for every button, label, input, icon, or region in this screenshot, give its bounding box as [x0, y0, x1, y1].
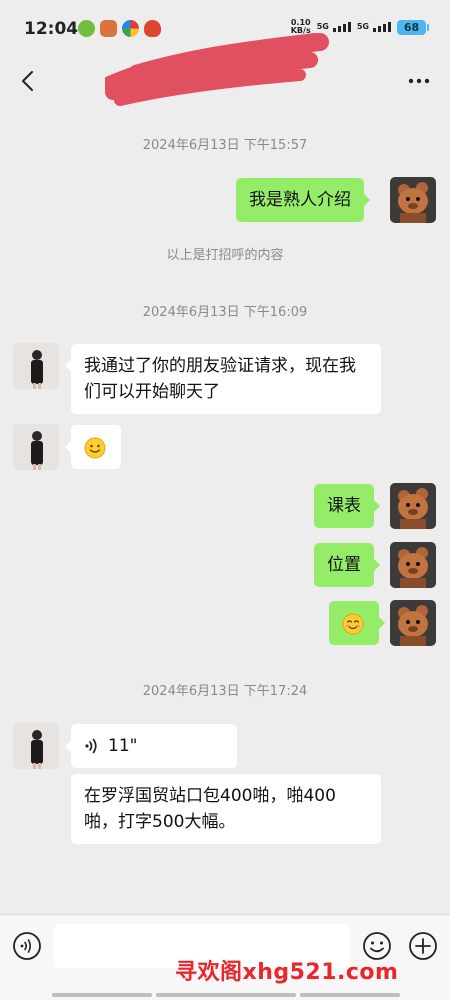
cartoon-bear-avatar-icon	[390, 542, 436, 588]
voice-duration: 11"	[108, 736, 138, 756]
incoming-message[interactable]: 在罗浮国贸站口包400啪，啪400啪，打字500大幅。	[71, 774, 381, 844]
nav-gesture-bar	[156, 993, 296, 997]
app-notification-icon	[78, 20, 95, 37]
system-message: 以上是打招呼的内容	[166, 248, 284, 263]
outgoing-message[interactable]: 课表	[314, 484, 380, 528]
voice-wave-icon	[85, 738, 97, 754]
contact-avatar[interactable]	[13, 723, 59, 769]
blush-emoji-icon	[342, 613, 364, 635]
nav-gesture-bar	[300, 993, 400, 997]
incoming-emoji-message[interactable]	[65, 425, 121, 469]
cartoon-bear-avatar-icon	[390, 177, 436, 223]
message-text: 我通过了你的朋友验证请求，现在我们可以开始聊天了	[84, 356, 356, 402]
incoming-voice-message[interactable]: 11"	[65, 724, 237, 768]
battery-icon: 68	[397, 19, 429, 35]
site-watermark: 寻欢阁xhg521.com	[175, 960, 399, 985]
back-arrow-icon[interactable]	[14, 66, 44, 96]
status-time: 12:04	[24, 19, 79, 39]
person-photo-avatar-icon	[13, 723, 59, 769]
message-text: 我是熟人介绍	[249, 190, 351, 210]
message-text: 位置	[327, 555, 361, 575]
sim2-label: 5G	[356, 22, 369, 31]
incoming-message[interactable]: 我通过了你的朋友验证请求，现在我们可以开始聊天了	[65, 344, 381, 414]
outgoing-message[interactable]: 位置	[314, 543, 380, 587]
my-avatar[interactable]	[390, 483, 436, 529]
smile-emoji-icon	[84, 437, 106, 459]
outgoing-message[interactable]: 我是熟人介绍	[236, 178, 370, 222]
voice-input-icon[interactable]	[12, 931, 42, 961]
message-timestamp: 2024年6月13日 下午17:24	[142, 684, 308, 699]
nav-gesture-bar	[52, 993, 152, 997]
contact-avatar[interactable]	[13, 424, 59, 470]
more-actions-plus-icon[interactable]	[408, 931, 438, 961]
signal-sim2-icon: 5G	[357, 22, 391, 32]
contact-avatar[interactable]	[13, 343, 59, 389]
my-avatar[interactable]	[390, 177, 436, 223]
person-photo-avatar-icon	[13, 343, 59, 389]
more-options-icon[interactable]	[406, 68, 432, 94]
cartoon-bear-avatar-icon	[390, 483, 436, 529]
name-redaction-scribble	[105, 33, 329, 106]
person-photo-avatar-icon	[13, 424, 59, 470]
my-avatar[interactable]	[390, 542, 436, 588]
message-text: 课表	[327, 496, 361, 516]
message-timestamp: 2024年6月13日 下午16:09	[142, 305, 308, 320]
outgoing-emoji-message[interactable]	[329, 601, 385, 645]
cartoon-bear-avatar-icon	[390, 600, 436, 646]
message-timestamp: 2024年6月13日 下午15:57	[142, 138, 308, 153]
my-avatar[interactable]	[390, 600, 436, 646]
message-text: 在罗浮国贸站口包400啪，啪400啪，打字500大幅。	[84, 786, 336, 832]
